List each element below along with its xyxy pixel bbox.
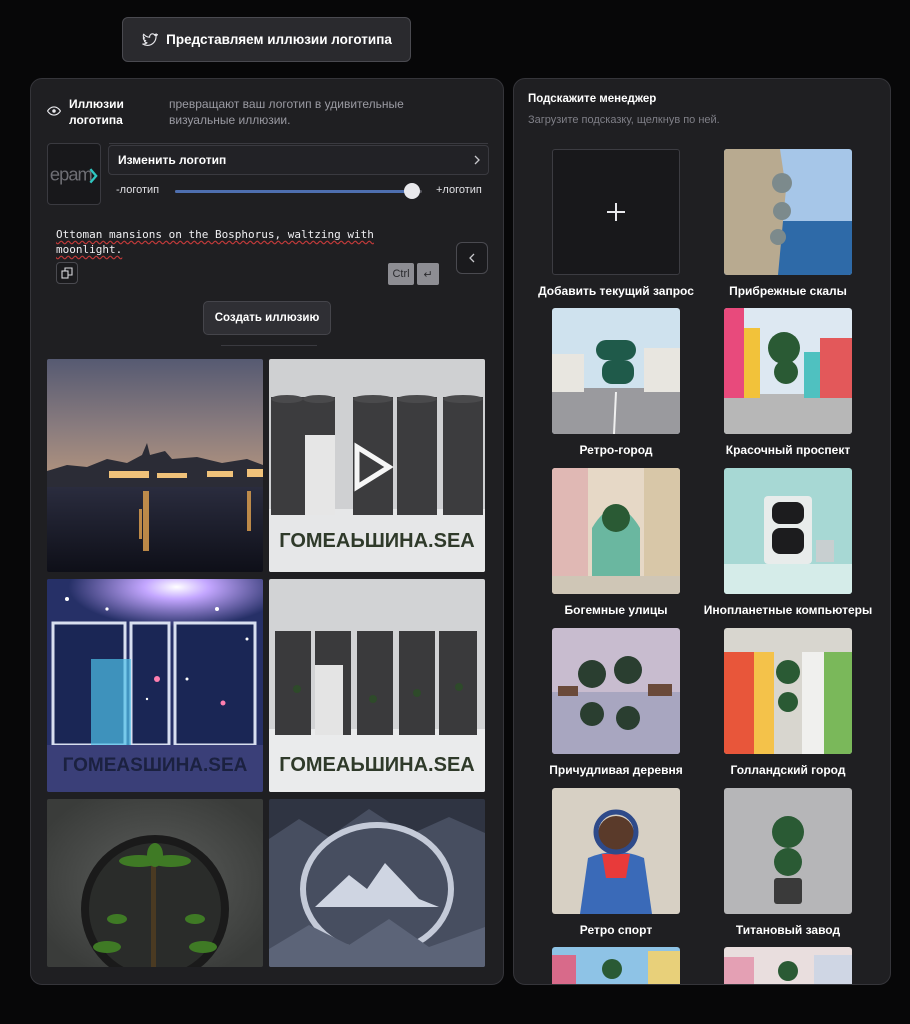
prompt-label: Богемные улицы (564, 603, 668, 617)
logo-preview[interactable]: epam (47, 143, 101, 205)
prompt-manager-panel: Подскажите менеджер Загрузите подсказку,… (513, 78, 891, 985)
slider-thumb[interactable] (404, 183, 421, 199)
add-current-prompt-label: Добавить текущий запрос (538, 284, 694, 298)
prompt-card-quaint-village[interactable]: Причудливая деревня (531, 628, 701, 777)
panel-title: Иллюзии логотипа (69, 97, 124, 127)
prompt-label: Причудливая деревня (549, 763, 683, 777)
prompt-card-dutch-town[interactable]: Голландский город (703, 628, 873, 777)
change-logo-label: Изменить логотип (118, 153, 227, 167)
prompt-label: Голландский город (730, 763, 846, 777)
prompt-card-titanium-factory[interactable]: Титановый завод (703, 788, 873, 937)
generated-image-palm-sphere[interactable] (47, 799, 263, 967)
panel-description: превращают ваш логотип в удивительные ви… (169, 97, 404, 127)
prompt-label: Прибрежные скалы (729, 284, 847, 298)
prompt-label: Титановый завод (735, 923, 841, 937)
announcement-button[interactable]: Представляем иллюзии логотипа (122, 17, 411, 62)
generated-image-bosphorus[interactable] (47, 359, 263, 572)
ctrl-key-hint: Ctrl (388, 263, 414, 285)
copy-button[interactable] (56, 262, 78, 284)
slider-min-label: -логотип (116, 184, 160, 196)
prompt-input[interactable]: Ottoman mansions on the Bosphorus, waltz… (56, 227, 406, 257)
divider (109, 143, 488, 144)
overlay-text: ГОМЕАЅШИНА.ЅЕА (63, 755, 248, 776)
overlay-text: ГОМЕАЬШИНА.ЅЕА (279, 754, 475, 776)
prompt-manager-title: Подскажите менеджер (528, 93, 657, 105)
slider-max-label: +логотип (436, 184, 482, 196)
plus-icon (607, 203, 625, 221)
prompt-label: Ретро спорт (579, 923, 653, 937)
prompt-card-alien-computers[interactable]: Инопланетные компьютеры (703, 468, 873, 617)
prompt-label: Ретро-город (579, 443, 653, 457)
prompt-card-colorful-avenue[interactable]: Красочный проспект (703, 308, 873, 457)
change-logo-button[interactable]: Изменить логотип (108, 145, 489, 175)
generated-image-space-window[interactable]: ГОМЕАЅШИНА.ЅЕА (47, 579, 263, 792)
prompt-manager-subtitle: Загрузите подсказку, щелкнув по ней. (528, 114, 720, 126)
generated-image-mountain-circle[interactable] (269, 799, 485, 967)
eye-icon[interactable] (47, 104, 61, 118)
logo-strength-slider[interactable] (175, 190, 422, 193)
chevron-left-icon (469, 253, 475, 263)
prompt-card-retro-city[interactable]: Ретро-город (531, 308, 701, 457)
add-current-prompt-card[interactable]: Добавить текущий запрос (531, 149, 701, 298)
logo-text: epam (50, 164, 93, 185)
logo-illusion-panel: Иллюзии логотипа превращают ваш логотип … (30, 78, 504, 985)
prompt-card-coastal-cliffs[interactable]: Прибрежные скалы (703, 149, 873, 298)
collapse-button[interactable] (456, 242, 488, 274)
divider (221, 345, 317, 346)
overlay-text: ГОМЕАЬШИНА.ЅЕА (279, 530, 475, 552)
slider-fill (175, 190, 413, 193)
generated-image-silos-video[interactable]: ГОМЕАЬШИНА.ЅЕА (269, 359, 485, 572)
announcement-label: Представляем иллюзии логотипа (166, 32, 392, 47)
prompt-label: Красочный проспект (725, 443, 851, 457)
chevron-right-icon (474, 155, 480, 165)
prompt-label: Инопланетные компьютеры (703, 603, 873, 617)
prompt-card-partial[interactable] (531, 947, 701, 984)
enter-key-hint: ↵ (417, 263, 439, 285)
twitter-bird-icon (142, 33, 159, 46)
copy-icon (61, 267, 73, 279)
create-illusion-label: Создать иллюзию (214, 312, 320, 324)
generated-image-silos-plants[interactable]: ГОМЕАЬШИНА.ЅЕА (269, 579, 485, 792)
prompt-card-partial[interactable] (703, 947, 873, 984)
prompt-card-retro-sport[interactable]: Ретро спорт (531, 788, 701, 937)
create-illusion-button[interactable]: Создать иллюзию (203, 301, 331, 335)
prompt-card-bohemian-streets[interactable]: Богемные улицы (531, 468, 701, 617)
